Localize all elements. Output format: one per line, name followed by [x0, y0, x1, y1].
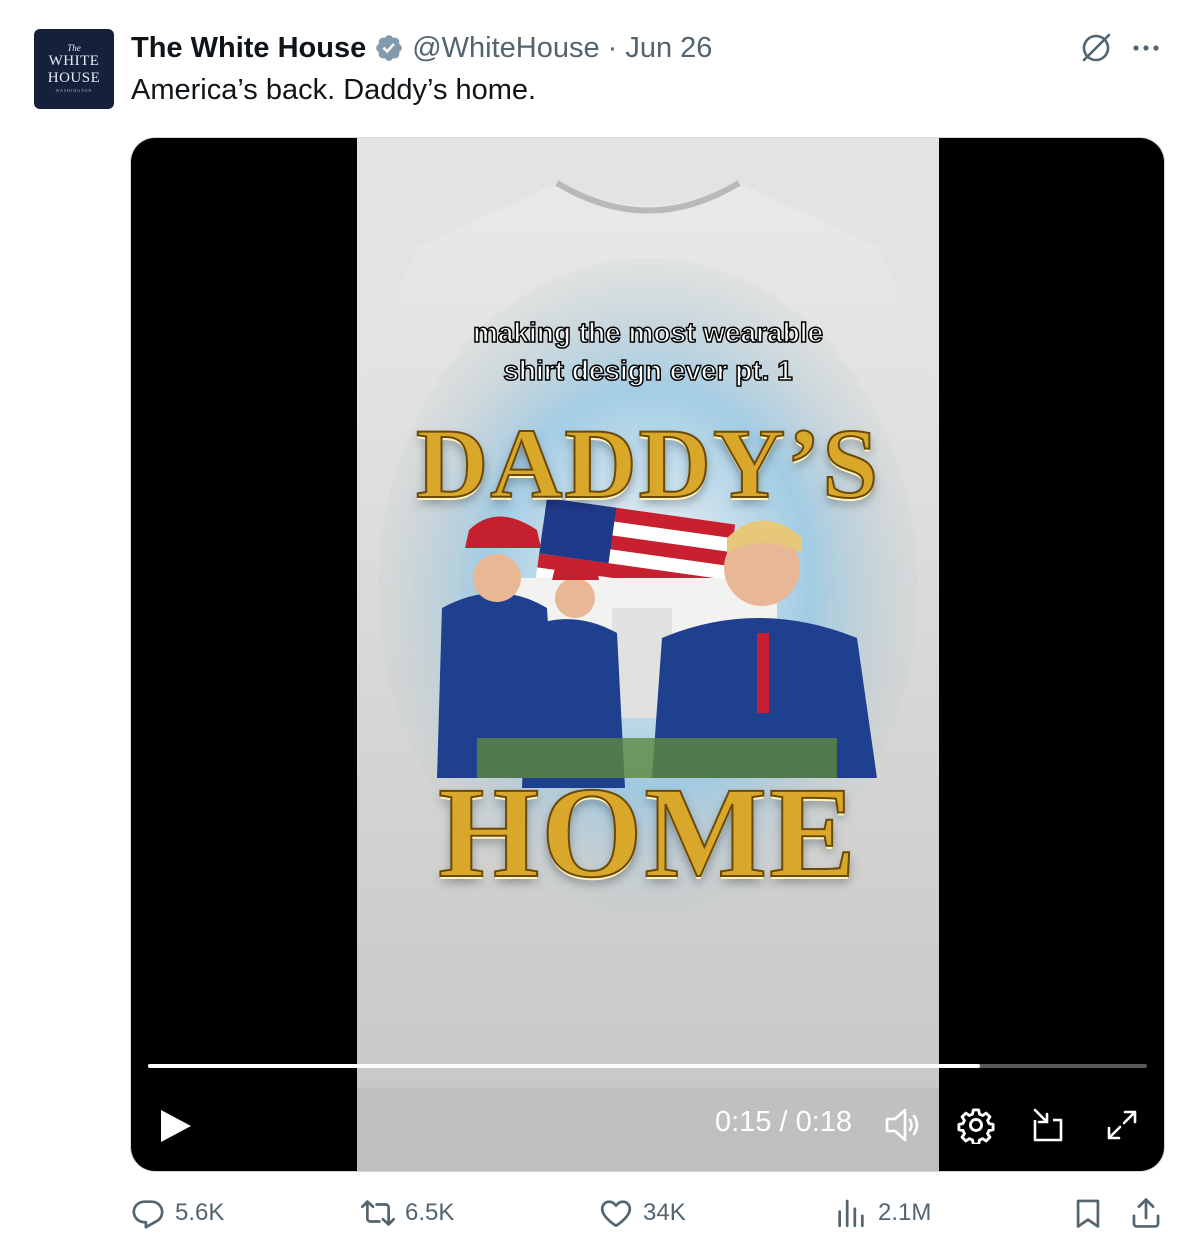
progress-fill	[148, 1064, 981, 1068]
time-readout: 0:15 / 0:18	[715, 1106, 853, 1138]
video-caption: making the most wearable shirt design ev…	[357, 314, 939, 390]
like-icon	[600, 1200, 632, 1228]
like-button[interactable]: 34K	[599, 1196, 686, 1230]
retweet-button[interactable]: 6.5K	[361, 1196, 454, 1230]
tweet-date[interactable]: Jun 26	[625, 32, 712, 65]
retweet-count: 6.5K	[405, 1199, 455, 1226]
separator: ·	[607, 31, 618, 64]
tweet-text: America’s back. Daddy’s home.	[131, 74, 537, 106]
retweet-icon	[361, 1200, 395, 1226]
tweet: The WHITE HOUSE WASHINGTON The White Hou…	[0, 0, 1200, 1252]
design-title-bottom: HOME	[437, 760, 858, 906]
avatar-line2: WHITE	[48, 53, 100, 69]
avatar-line3: HOUSE	[47, 70, 101, 86]
avatar-line4: WASHINGTON	[55, 88, 93, 93]
bookmark-button[interactable]	[1071, 1196, 1105, 1230]
reply-count: 5.6K	[175, 1199, 225, 1226]
volume-icon[interactable]	[883, 1106, 923, 1144]
video-player[interactable]: making the most wearable shirt design ev…	[131, 138, 1164, 1171]
verified-badge-icon	[376, 35, 403, 61]
avatar[interactable]: The WHITE HOUSE WASHINGTON	[34, 29, 114, 109]
video-frame: making the most wearable shirt design ev…	[357, 138, 939, 1171]
video-controls: 0:15 / 0:18	[131, 1098, 1164, 1148]
fullscreen-icon[interactable]	[1103, 1106, 1141, 1144]
views-button[interactable]: 2.1M	[834, 1196, 931, 1230]
top-actions	[1078, 30, 1164, 66]
tweet-header: The White House @WhiteHouse · Jun 26	[131, 28, 712, 68]
bookmark-icon	[1076, 1199, 1100, 1228]
display-name[interactable]: The White House	[131, 32, 366, 65]
tweet-actions: 5.6K 6.5K 34K 2.1M	[131, 1196, 1166, 1240]
pip-icon[interactable]	[1029, 1106, 1067, 1144]
play-icon[interactable]	[159, 1108, 193, 1144]
shirt-image	[357, 138, 939, 1171]
views-icon	[838, 1199, 864, 1228]
design-title-top: DADDY’S	[415, 407, 880, 520]
grok-icon[interactable]	[1078, 30, 1114, 66]
progress-bar[interactable]	[148, 1064, 1147, 1068]
settings-icon[interactable]	[957, 1106, 995, 1144]
more-icon[interactable]	[1128, 30, 1164, 66]
views-count: 2.1M	[878, 1199, 932, 1226]
like-count: 34K	[643, 1199, 686, 1226]
video-caption-line1: making the most wearable	[472, 316, 824, 349]
avatar-line1: The	[67, 43, 81, 53]
handle[interactable]: @WhiteHouse	[412, 32, 599, 65]
share-icon	[1132, 1198, 1160, 1228]
reply-icon	[132, 1200, 164, 1229]
video-caption-line2: shirt design ever pt. 1	[503, 354, 794, 387]
reply-button[interactable]: 5.6K	[131, 1196, 224, 1230]
share-button[interactable]	[1129, 1196, 1163, 1230]
